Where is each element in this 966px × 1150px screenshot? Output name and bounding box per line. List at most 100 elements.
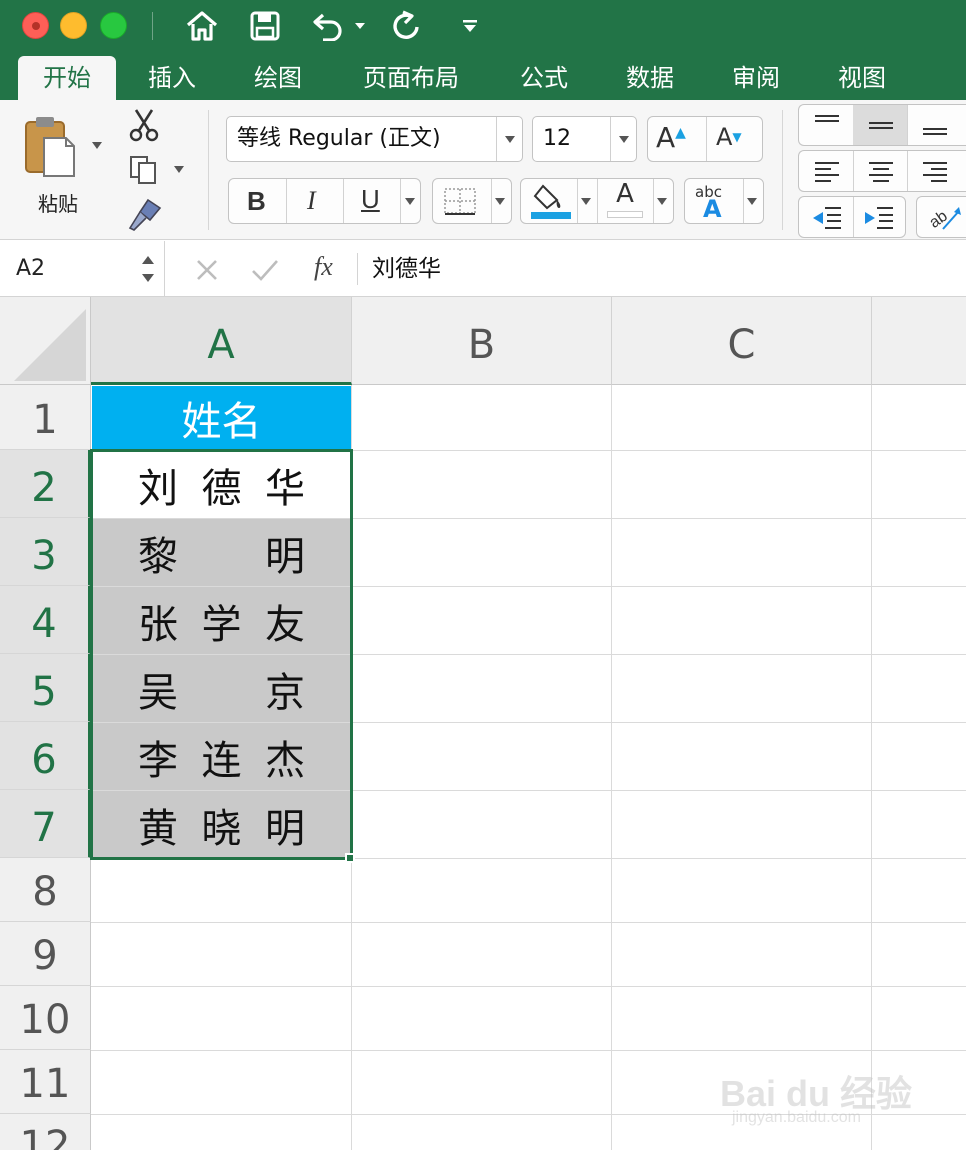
underline-button[interactable]: U	[361, 184, 380, 215]
row-header-10[interactable]: 10	[0, 986, 91, 1050]
select-all-icon	[14, 309, 86, 381]
svg-text:ab: ab	[926, 208, 950, 232]
font-size-select[interactable]: 12	[532, 116, 637, 162]
indent-group	[798, 196, 906, 238]
font-size-group: A▲ A▼	[647, 116, 763, 162]
tab-review[interactable]: 审阅	[712, 56, 800, 100]
name-box-value: A2	[16, 256, 46, 281]
font-name-select[interactable]: 等线 Regular (正文)	[226, 116, 523, 162]
phonetic-dropdown-icon[interactable]	[747, 189, 759, 213]
cell-a1[interactable]: 姓名	[92, 386, 351, 450]
title-bar	[0, 0, 966, 52]
zoom-window-button[interactable]	[100, 12, 127, 39]
ribbon-separator	[208, 110, 209, 230]
minimize-window-button[interactable]	[60, 12, 87, 39]
select-all-button[interactable]	[0, 297, 91, 385]
enter-icon[interactable]	[250, 257, 280, 283]
row-header-1[interactable]: 1	[0, 385, 91, 450]
align-right-icon[interactable]	[921, 160, 949, 184]
ribbon-separator	[782, 110, 783, 230]
baidu-jingyan-watermark: Bai du 经验 jingyan.baidu.com	[720, 1045, 920, 1135]
format-painter-icon[interactable]	[126, 198, 162, 232]
undo-dropdown-icon[interactable]	[352, 8, 368, 44]
copy-dropdown-icon[interactable]	[174, 164, 186, 174]
fill-handle[interactable]	[345, 853, 355, 863]
align-top-icon[interactable]	[813, 113, 841, 133]
cancel-icon[interactable]	[194, 257, 220, 283]
tab-view[interactable]: 视图	[818, 56, 906, 100]
underline-dropdown-icon[interactable]	[405, 189, 417, 213]
watermark-url-text: jingyan.baidu.com	[732, 1109, 861, 1126]
orientation-button[interactable]: ab	[916, 196, 966, 238]
customize-toolbar-icon[interactable]	[458, 8, 482, 44]
align-left-icon[interactable]	[813, 160, 841, 184]
chevron-down-icon[interactable]	[610, 117, 636, 161]
cut-icon[interactable]	[128, 108, 160, 142]
home-icon[interactable]	[184, 8, 220, 44]
decrease-font-size-button[interactable]: A▼	[716, 123, 742, 151]
selection-border	[90, 449, 353, 860]
tab-insert[interactable]: 插入	[128, 56, 216, 100]
font-name-value: 等线 Regular (正文)	[237, 126, 441, 151]
tab-data[interactable]: 数据	[606, 56, 694, 100]
borders-dropdown-icon[interactable]	[495, 189, 507, 213]
column-header-c[interactable]: C	[612, 297, 872, 385]
increase-font-size-button[interactable]: A▲	[656, 121, 686, 154]
fill-color-dropdown-icon[interactable]	[581, 189, 593, 213]
align-center-icon[interactable]	[867, 160, 895, 184]
tab-draw[interactable]: 绘图	[234, 56, 322, 100]
color-group: A	[520, 178, 674, 224]
font-color-button[interactable]: A	[605, 179, 645, 223]
copy-icon[interactable]	[128, 154, 160, 186]
formula-input[interactable]: 刘德华	[372, 241, 441, 297]
column-header-b[interactable]: B	[352, 297, 612, 385]
font-color-dropdown-icon[interactable]	[657, 189, 669, 213]
row-header-7[interactable]: 7	[0, 790, 91, 858]
bold-button[interactable]: B	[247, 186, 266, 217]
row-header-11[interactable]: 11	[0, 1050, 91, 1114]
row-header-2[interactable]: 2	[0, 450, 91, 518]
borders-icon	[444, 188, 476, 215]
chevron-down-icon[interactable]	[496, 117, 522, 161]
row-header-8[interactable]: 8	[0, 858, 91, 922]
column-header-a[interactable]: A	[91, 297, 352, 385]
row-header-9[interactable]: 9	[0, 922, 91, 986]
phonetic-guide-button[interactable]: abc A	[684, 178, 764, 224]
column-header-d[interactable]	[872, 297, 966, 385]
row-header-4[interactable]: 4	[0, 586, 91, 654]
tab-page-layout[interactable]: 页面布局	[346, 56, 476, 100]
italic-button[interactable]: I	[307, 186, 316, 216]
row-header-12[interactable]: 12	[0, 1114, 91, 1150]
horizontal-align-group	[798, 150, 966, 192]
formula-bar: A2 fx 刘德华	[0, 241, 966, 297]
paste-dropdown-icon[interactable]	[92, 140, 104, 150]
row-header-6[interactable]: 6	[0, 722, 91, 790]
paste-icon[interactable]	[22, 114, 78, 180]
name-box-stepper-icon[interactable]	[140, 251, 156, 287]
row-header-3[interactable]: 3	[0, 518, 91, 586]
ribbon-tabs: 开始 插入 绘图 页面布局 公式 数据 审阅 视图	[0, 52, 966, 100]
tab-formulas[interactable]: 公式	[500, 56, 588, 100]
fill-color-icon[interactable]	[529, 182, 573, 220]
redo-icon[interactable]	[388, 8, 424, 44]
close-window-button[interactable]	[22, 12, 49, 39]
vertical-align-group	[798, 104, 966, 146]
increase-indent-icon[interactable]	[863, 205, 895, 231]
grid-line	[91, 922, 966, 923]
grid-line	[91, 986, 966, 987]
titlebar-separator	[152, 12, 153, 40]
borders-button[interactable]	[432, 178, 512, 224]
align-middle-icon	[869, 122, 893, 129]
insert-function-button[interactable]: fx	[314, 252, 333, 282]
save-icon[interactable]	[248, 8, 282, 44]
tab-home[interactable]: 开始	[18, 56, 116, 100]
formula-separator	[357, 253, 358, 285]
phonetic-a-label: A	[703, 195, 722, 223]
align-bottom-icon[interactable]	[921, 117, 949, 137]
worksheet-grid: A B C 1 2 3 4 5 6 7 8 9 10 11 12 姓名 刘 德 …	[0, 297, 966, 1150]
undo-icon[interactable]	[310, 8, 346, 44]
text-orientation-icon: ab	[926, 207, 961, 232]
name-box[interactable]: A2	[0, 241, 165, 297]
decrease-indent-icon[interactable]	[811, 205, 843, 231]
row-header-5[interactable]: 5	[0, 654, 91, 722]
